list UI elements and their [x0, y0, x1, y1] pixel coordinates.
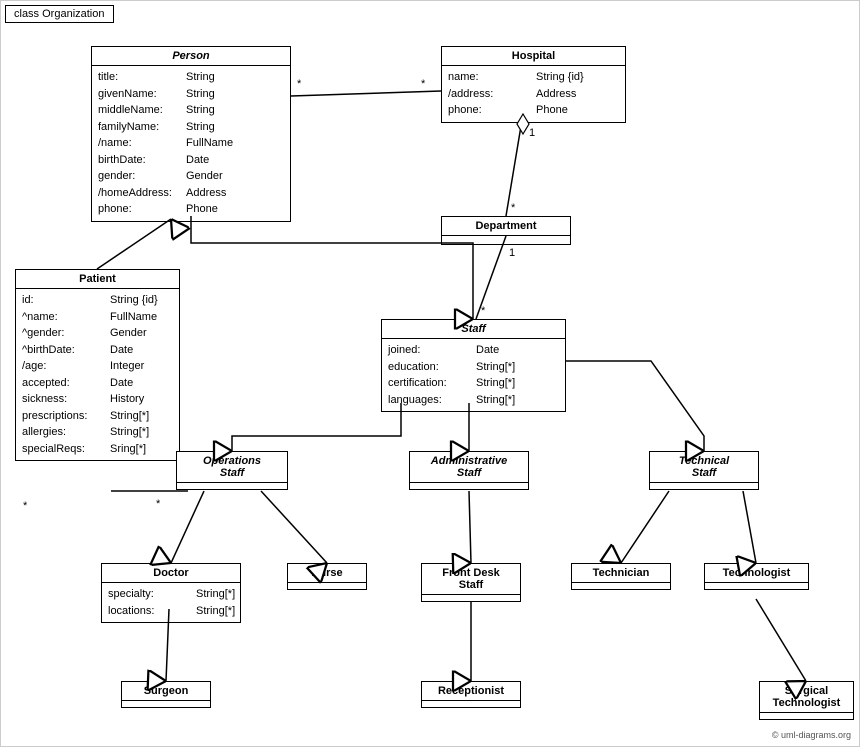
- svg-text:*: *: [23, 500, 28, 512]
- class-surgical-technologist: SurgicalTechnologist: [759, 681, 854, 720]
- class-surgical-tech-header: SurgicalTechnologist: [760, 682, 853, 713]
- class-front-desk-header: Front DeskStaff: [422, 564, 520, 595]
- svg-text:*: *: [511, 202, 516, 214]
- class-patient: Patient id:String {id} ^name:FullName ^g…: [15, 269, 180, 461]
- copyright: © uml-diagrams.org: [772, 730, 851, 740]
- class-doctor: Doctor specialty:String[*] locations:Str…: [101, 563, 241, 623]
- class-receptionist-header: Receptionist: [422, 682, 520, 701]
- class-hospital: Hospital name:String {id} /address:Addre…: [441, 46, 626, 123]
- class-surgeon: Surgeon: [121, 681, 211, 708]
- class-doctor-header: Doctor: [102, 564, 240, 583]
- class-operations-staff: OperationsStaff: [176, 451, 288, 490]
- class-patient-body: id:String {id} ^name:FullName ^gender:Ge…: [16, 289, 179, 460]
- class-doctor-body: specialty:String[*] locations:String[*]: [102, 583, 240, 622]
- class-technologist-header: Technologist: [705, 564, 808, 583]
- class-administrative-staff: AdministrativeStaff: [409, 451, 529, 490]
- class-staff: Staff joined:Date education:String[*] ce…: [381, 319, 566, 412]
- svg-text:*: *: [297, 78, 302, 90]
- class-person-header: Person: [92, 47, 290, 66]
- svg-text:*: *: [156, 498, 161, 510]
- svg-text:1: 1: [529, 127, 535, 139]
- class-technician-header: Technician: [572, 564, 670, 583]
- class-patient-header: Patient: [16, 270, 179, 289]
- class-admin-header: AdministrativeStaff: [410, 452, 528, 483]
- class-person: Person title:String givenName:String mid…: [91, 46, 291, 222]
- class-technician: Technician: [571, 563, 671, 590]
- class-technical-staff: TechnicalStaff: [649, 451, 759, 490]
- class-receptionist: Receptionist: [421, 681, 521, 708]
- class-technologist: Technologist: [704, 563, 809, 590]
- svg-text:*: *: [481, 305, 486, 317]
- class-hospital-header: Hospital: [442, 47, 625, 66]
- class-nurse-header: Nurse: [288, 564, 366, 583]
- class-department: Department: [441, 216, 571, 245]
- svg-text:1: 1: [509, 247, 515, 259]
- class-tech-header: TechnicalStaff: [650, 452, 758, 483]
- class-department-header: Department: [442, 217, 570, 236]
- class-nurse: Nurse: [287, 563, 367, 590]
- class-staff-header: Staff: [382, 320, 565, 339]
- class-front-desk: Front DeskStaff: [421, 563, 521, 602]
- class-staff-body: joined:Date education:String[*] certific…: [382, 339, 565, 411]
- diagram-container: class Organization Person title:String g…: [0, 0, 860, 747]
- class-surgeon-header: Surgeon: [122, 682, 210, 701]
- class-department-body: [442, 236, 570, 244]
- class-person-body: title:String givenName:String middleName…: [92, 66, 290, 221]
- class-hospital-body: name:String {id} /address:Address phone:…: [442, 66, 625, 122]
- class-ops-header: OperationsStaff: [177, 452, 287, 483]
- svg-text:*: *: [421, 78, 426, 90]
- diagram-title: class Organization: [5, 5, 114, 23]
